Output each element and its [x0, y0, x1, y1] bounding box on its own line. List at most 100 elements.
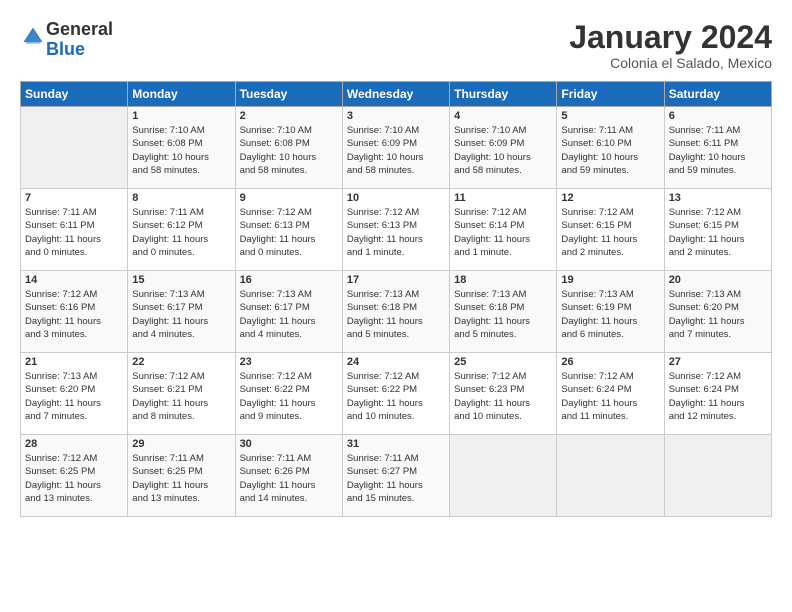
day-info: Sunrise: 7:11 AMSunset: 6:25 PMDaylight:…: [132, 452, 230, 505]
header: General Blue January 2024 Colonia el Sal…: [20, 20, 772, 71]
day-number: 29: [132, 438, 230, 450]
header-thursday: Thursday: [450, 82, 557, 107]
day-number: 30: [240, 438, 338, 450]
table-row: 21 Sunrise: 7:13 AMSunset: 6:20 PMDayligh…: [21, 353, 128, 435]
table-row: [664, 435, 771, 517]
location-subtitle: Colonia el Salado, Mexico: [569, 55, 772, 71]
day-number: 9: [240, 192, 338, 204]
table-row: 22Sunrise: 7:12 AMSunset: 6:21 PMDayligh…: [128, 353, 235, 435]
table-row: 24 Sunrise: 7:12 AMSunset: 6:22 PMDayligh…: [342, 353, 449, 435]
day-info: Sunrise: 7:10 AMSunset: 6:08 PMDaylight:…: [240, 124, 338, 177]
table-row: 19 Sunrise: 7:13 AMSunset: 6:19 PMDayligh…: [557, 271, 664, 353]
day-number: 3: [347, 110, 445, 122]
day-number: 24: [347, 356, 445, 368]
day-number: 14: [25, 274, 123, 286]
day-number: 11: [454, 192, 552, 204]
day-info: Sunrise: 7:13 AMSunset: 6:19 PMDaylight:…: [561, 288, 659, 341]
calendar-table: Sunday Monday Tuesday Wednesday Thursday…: [20, 81, 772, 517]
day-info: Sunrise: 7:13 AMSunset: 6:17 PMDaylight:…: [240, 288, 338, 341]
table-row: 23Sunrise: 7:12 AMSunset: 6:22 PMDayligh…: [235, 353, 342, 435]
logo: General Blue: [20, 20, 113, 60]
page: General Blue January 2024 Colonia el Sal…: [0, 0, 792, 612]
table-row: 5Sunrise: 7:11 AMSunset: 6:10 PMDaylight…: [557, 107, 664, 189]
header-saturday: Saturday: [664, 82, 771, 107]
day-info: Sunrise: 7:12 AMSunset: 6:24 PMDaylight:…: [669, 370, 767, 423]
day-number: 2: [240, 110, 338, 122]
day-info: Sunrise: 7:13 AMSunset: 6:20 PMDaylight:…: [669, 288, 767, 341]
table-row: 18 Sunrise: 7:13 AMSunset: 6:18 PMDayligh…: [450, 271, 557, 353]
table-row: 29 Sunrise: 7:11 AMSunset: 6:25 PMDayligh…: [128, 435, 235, 517]
day-number: 19: [561, 274, 659, 286]
day-number: 31: [347, 438, 445, 450]
table-row: 17 Sunrise: 7:13 AMSunset: 6:18 PMDayligh…: [342, 271, 449, 353]
day-info: Sunrise: 7:12 AMSunset: 6:23 PMDaylight:…: [454, 370, 552, 423]
day-info: Sunrise: 7:11 AMSunset: 6:12 PMDaylight:…: [132, 206, 230, 259]
table-row: 6 Sunrise: 7:11 AMSunset: 6:11 PMDaylight…: [664, 107, 771, 189]
day-number: 7: [25, 192, 123, 204]
day-info: Sunrise: 7:13 AMSunset: 6:17 PMDaylight:…: [132, 288, 230, 341]
calendar-week-row: 14Sunrise: 7:12 AMSunset: 6:16 PMDayligh…: [21, 271, 772, 353]
logo-blue-text: Blue: [46, 39, 85, 59]
table-row: 9Sunrise: 7:12 AMSunset: 6:13 PMDaylight…: [235, 189, 342, 271]
day-info: Sunrise: 7:12 AMSunset: 6:21 PMDaylight:…: [132, 370, 230, 423]
header-sunday: Sunday: [21, 82, 128, 107]
table-row: 20 Sunrise: 7:13 AMSunset: 6:20 PMDayligh…: [664, 271, 771, 353]
title-block: January 2024 Colonia el Salado, Mexico: [569, 20, 772, 71]
day-number: 27: [669, 356, 767, 368]
day-number: 23: [240, 356, 338, 368]
table-row: 12 Sunrise: 7:12 AMSunset: 6:15 PMDayligh…: [557, 189, 664, 271]
day-number: 15: [132, 274, 230, 286]
day-info: Sunrise: 7:10 AMSunset: 6:09 PMDaylight:…: [454, 124, 552, 177]
table-row: 14Sunrise: 7:12 AMSunset: 6:16 PMDayligh…: [21, 271, 128, 353]
day-number: 20: [669, 274, 767, 286]
day-info: Sunrise: 7:11 AMSunset: 6:27 PMDaylight:…: [347, 452, 445, 505]
day-info: Sunrise: 7:13 AMSunset: 6:18 PMDaylight:…: [347, 288, 445, 341]
day-info: Sunrise: 7:12 AMSunset: 6:25 PMDaylight:…: [25, 452, 123, 505]
calendar-week-row: 7 Sunrise: 7:11 AMSunset: 6:11 PMDaylight…: [21, 189, 772, 271]
day-info: Sunrise: 7:12 AMSunset: 6:13 PMDaylight:…: [347, 206, 445, 259]
day-number: 1: [132, 110, 230, 122]
table-row: 27 Sunrise: 7:12 AMSunset: 6:24 PMDayligh…: [664, 353, 771, 435]
day-number: 6: [669, 110, 767, 122]
table-row: 30 Sunrise: 7:11 AMSunset: 6:26 PMDayligh…: [235, 435, 342, 517]
table-row: 8Sunrise: 7:11 AMSunset: 6:12 PMDaylight…: [128, 189, 235, 271]
header-wednesday: Wednesday: [342, 82, 449, 107]
table-row: 25Sunrise: 7:12 AMSunset: 6:23 PMDayligh…: [450, 353, 557, 435]
table-row: 10 Sunrise: 7:12 AMSunset: 6:13 PMDayligh…: [342, 189, 449, 271]
day-number: 16: [240, 274, 338, 286]
day-info: Sunrise: 7:11 AMSunset: 6:11 PMDaylight:…: [669, 124, 767, 177]
header-friday: Friday: [557, 82, 664, 107]
day-number: 12: [561, 192, 659, 204]
day-info: Sunrise: 7:13 AMSunset: 6:20 PMDaylight:…: [25, 370, 123, 423]
table-row: [450, 435, 557, 517]
day-number: 17: [347, 274, 445, 286]
day-number: 21: [25, 356, 123, 368]
day-info: Sunrise: 7:11 AMSunset: 6:10 PMDaylight:…: [561, 124, 659, 177]
day-number: 4: [454, 110, 552, 122]
day-number: 26: [561, 356, 659, 368]
header-monday: Monday: [128, 82, 235, 107]
day-info: Sunrise: 7:11 AMSunset: 6:11 PMDaylight:…: [25, 206, 123, 259]
day-info: Sunrise: 7:12 AMSunset: 6:15 PMDaylight:…: [561, 206, 659, 259]
month-title: January 2024: [569, 20, 772, 55]
calendar-week-row: 21 Sunrise: 7:13 AMSunset: 6:20 PMDayligh…: [21, 353, 772, 435]
day-info: Sunrise: 7:12 AMSunset: 6:15 PMDaylight:…: [669, 206, 767, 259]
day-info: Sunrise: 7:11 AMSunset: 6:26 PMDaylight:…: [240, 452, 338, 505]
logo-general-text: General: [46, 19, 113, 39]
table-row: 11Sunrise: 7:12 AMSunset: 6:14 PMDayligh…: [450, 189, 557, 271]
header-tuesday: Tuesday: [235, 82, 342, 107]
table-row: 2 Sunrise: 7:10 AMSunset: 6:08 PMDaylight…: [235, 107, 342, 189]
table-row: 31 Sunrise: 7:11 AMSunset: 6:27 PMDayligh…: [342, 435, 449, 517]
table-row: 4 Sunrise: 7:10 AMSunset: 6:09 PMDaylight…: [450, 107, 557, 189]
day-number: 10: [347, 192, 445, 204]
calendar-week-row: 1 Sunrise: 7:10 AMSunset: 6:08 PMDaylight…: [21, 107, 772, 189]
weekday-header-row: Sunday Monday Tuesday Wednesday Thursday…: [21, 82, 772, 107]
day-info: Sunrise: 7:10 AMSunset: 6:09 PMDaylight:…: [347, 124, 445, 177]
day-info: Sunrise: 7:12 AMSunset: 6:22 PMDaylight:…: [347, 370, 445, 423]
calendar-week-row: 28Sunrise: 7:12 AMSunset: 6:25 PMDayligh…: [21, 435, 772, 517]
logo-icon: [22, 26, 44, 48]
day-number: 18: [454, 274, 552, 286]
table-row: 26Sunrise: 7:12 AMSunset: 6:24 PMDayligh…: [557, 353, 664, 435]
table-row: 15 Sunrise: 7:13 AMSunset: 6:17 PMDayligh…: [128, 271, 235, 353]
day-info: Sunrise: 7:13 AMSunset: 6:18 PMDaylight:…: [454, 288, 552, 341]
